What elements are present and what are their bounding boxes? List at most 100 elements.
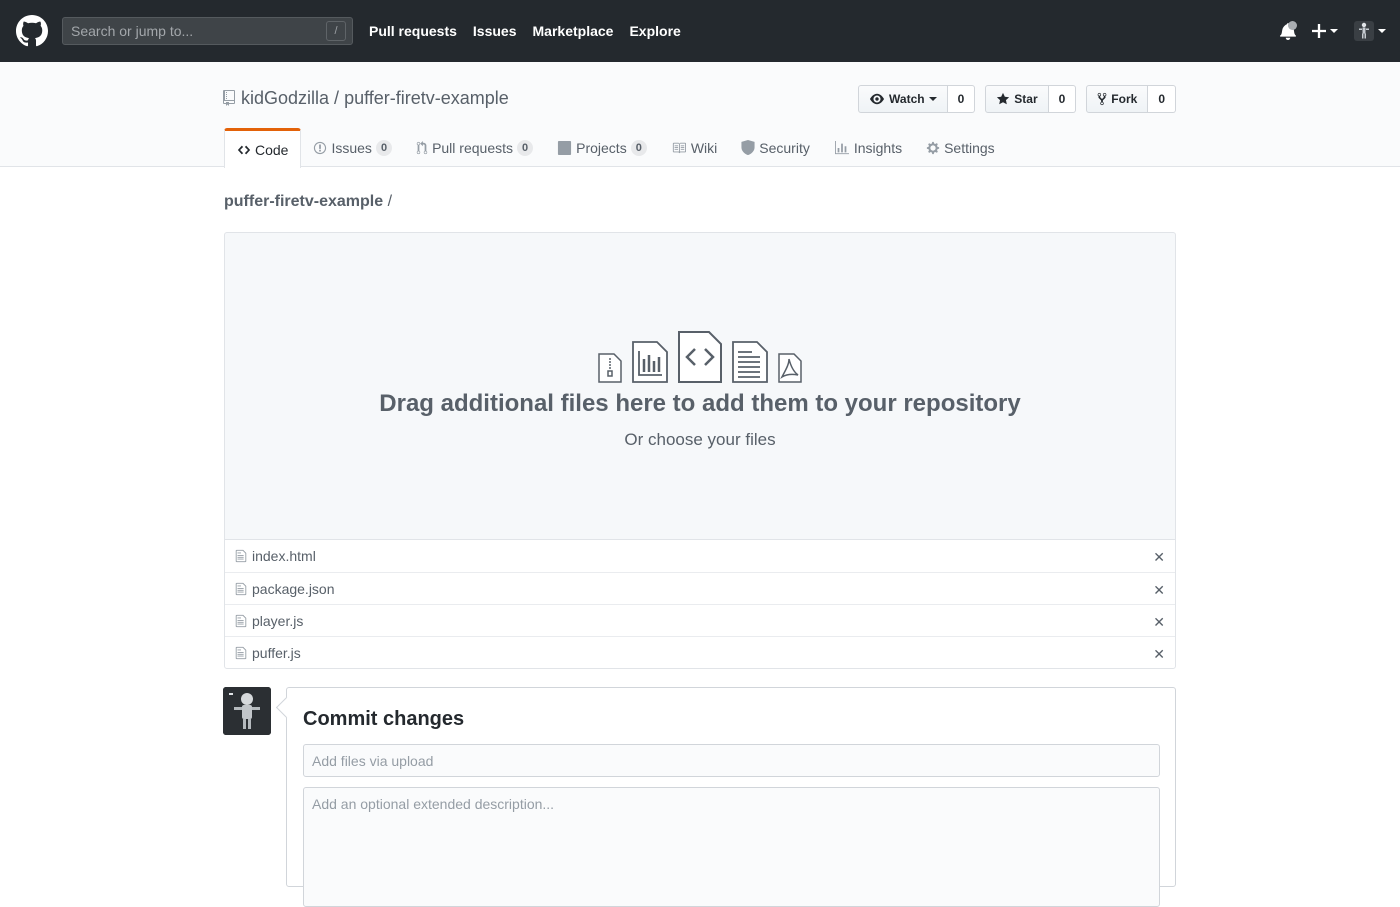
nav-issues[interactable]: Issues — [473, 23, 517, 39]
tab-security[interactable]: Security — [729, 128, 822, 167]
watch-group: Watch 0 — [858, 85, 976, 113]
file-icon — [235, 646, 247, 659]
header-actions — [1280, 0, 1386, 62]
global-nav: Pull requests Issues Marketplace Explore — [369, 23, 697, 39]
file-dropzone[interactable]: Drag additional files here to add them t… — [224, 232, 1176, 540]
github-logo-icon[interactable] — [16, 15, 48, 47]
graph-icon — [834, 140, 849, 154]
nav-explore[interactable]: Explore — [629, 23, 680, 39]
close-icon[interactable]: ✕ — [1153, 614, 1165, 631]
search-box[interactable]: / — [62, 17, 353, 45]
fork-button[interactable]: Fork — [1086, 85, 1149, 113]
watch-label: Watch — [889, 92, 925, 106]
choose-files-link[interactable]: Or choose your files — [225, 430, 1175, 450]
list-item: player.js ✕ — [225, 604, 1175, 636]
close-icon[interactable]: ✕ — [1153, 582, 1165, 599]
dropzone-title: Drag additional files here to add them t… — [379, 390, 1021, 417]
tab-settings-label: Settings — [944, 139, 995, 156]
tab-wiki[interactable]: Wiki — [659, 128, 729, 167]
avatar — [223, 687, 271, 735]
file-text-icon — [732, 341, 768, 383]
tab-pull-requests[interactable]: Pull requests 0 — [404, 128, 545, 167]
pull-request-icon — [416, 140, 428, 154]
nav-marketplace[interactable]: Marketplace — [533, 23, 614, 39]
tab-issues-label: Issues — [331, 139, 372, 156]
file-icon — [235, 614, 247, 627]
file-name: index.html — [252, 548, 316, 564]
repo-tabs: Code Issues 0 Pull requests 0 Projects 0… — [224, 128, 1007, 168]
file-graph-icon — [632, 341, 668, 383]
tab-projects-count: 0 — [630, 139, 647, 156]
tab-insights-label: Insights — [853, 139, 903, 156]
search-shortcut-hint: / — [326, 21, 346, 41]
star-label: Star — [1014, 92, 1038, 106]
project-icon — [558, 140, 572, 155]
commit-form: Commit changes — [286, 687, 1176, 907]
commit-title: Commit changes — [303, 708, 465, 730]
list-item: index.html ✕ — [225, 540, 1175, 572]
file-name: player.js — [252, 612, 304, 629]
fork-count[interactable]: 0 — [1148, 85, 1176, 113]
fork-icon — [1097, 92, 1107, 106]
repo-title-separator: / — [334, 87, 340, 108]
close-icon[interactable]: ✕ — [1153, 549, 1165, 566]
eye-icon — [870, 93, 885, 105]
tab-settings[interactable]: Settings — [914, 128, 1007, 167]
user-avatar-menu[interactable] — [1354, 21, 1386, 41]
star-count[interactable]: 0 — [1048, 85, 1077, 113]
create-new-plus-icon[interactable] — [1312, 24, 1338, 38]
file-name: puffer.js — [252, 644, 301, 661]
upload-file-list: index.html ✕ package.json ✕ player.js ✕ … — [224, 539, 1176, 669]
repo-name-link[interactable]: puffer-firetv-example — [344, 88, 509, 109]
tab-insights[interactable]: Insights — [822, 128, 914, 167]
issue-icon — [314, 141, 327, 154]
star-button[interactable]: Star — [985, 85, 1049, 113]
file-zip-icon — [598, 353, 622, 383]
commit-description-input[interactable] — [303, 787, 1160, 907]
file-icon — [235, 549, 247, 563]
file-icon — [235, 582, 247, 595]
breadcrumb-separator: / — [383, 193, 393, 210]
breadcrumb: puffer-firetv-example / — [224, 193, 392, 211]
global-header: / Pull requests Issues Marketplace Explo… — [0, 0, 1400, 62]
tab-projects[interactable]: Projects 0 — [545, 128, 659, 167]
close-icon[interactable]: ✕ — [1153, 646, 1165, 663]
repo-actions: Watch 0 Star 0 Fork 0 — [858, 85, 1176, 113]
chevron-down-icon — [928, 97, 937, 101]
repo-title: kidGodzilla / puffer-firetv-example — [223, 87, 509, 109]
repo-owner-link[interactable]: kidGodzilla — [241, 88, 329, 109]
list-item: package.json ✕ — [225, 572, 1175, 604]
repo-icon — [223, 90, 235, 106]
repo-header: kidGodzilla / puffer-firetv-example Watc… — [0, 62, 1400, 168]
star-icon — [997, 92, 1010, 105]
tab-issues-count: 0 — [375, 139, 393, 156]
tab-projects-label: Projects — [576, 139, 627, 156]
fork-label: Fork — [1111, 92, 1138, 106]
star-group: Star 0 — [985, 85, 1077, 113]
shield-icon — [741, 140, 755, 155]
gear-icon — [926, 141, 940, 154]
fork-group: Fork 0 — [1086, 85, 1176, 113]
tab-issues[interactable]: Issues 0 — [301, 128, 404, 167]
nav-pull-requests[interactable]: Pull requests — [369, 23, 457, 39]
notifications-bell-icon[interactable] — [1280, 20, 1297, 40]
tab-pull-requests-count: 0 — [517, 139, 534, 156]
tab-wiki-label: Wiki — [690, 139, 718, 156]
dropzone-icons — [598, 331, 802, 383]
watch-button[interactable]: Watch — [858, 85, 948, 113]
file-code-icon — [678, 331, 722, 383]
file-pdf-icon — [778, 353, 802, 383]
user-avatar-icon — [1354, 21, 1374, 41]
breadcrumb-repo-link[interactable]: puffer-firetv-example — [224, 193, 383, 210]
file-name: package.json — [252, 580, 335, 597]
code-icon — [237, 145, 251, 154]
list-item: puffer.js ✕ — [225, 636, 1175, 668]
tab-security-label: Security — [759, 139, 810, 156]
tab-code-label: Code — [255, 141, 289, 158]
watch-count[interactable]: 0 — [947, 85, 976, 113]
search-input[interactable] — [71, 23, 326, 39]
book-icon — [672, 142, 686, 153]
tab-code[interactable]: Code — [224, 128, 302, 168]
commit-summary-input[interactable] — [303, 744, 1160, 777]
tab-pull-requests-label: Pull requests — [432, 139, 513, 156]
